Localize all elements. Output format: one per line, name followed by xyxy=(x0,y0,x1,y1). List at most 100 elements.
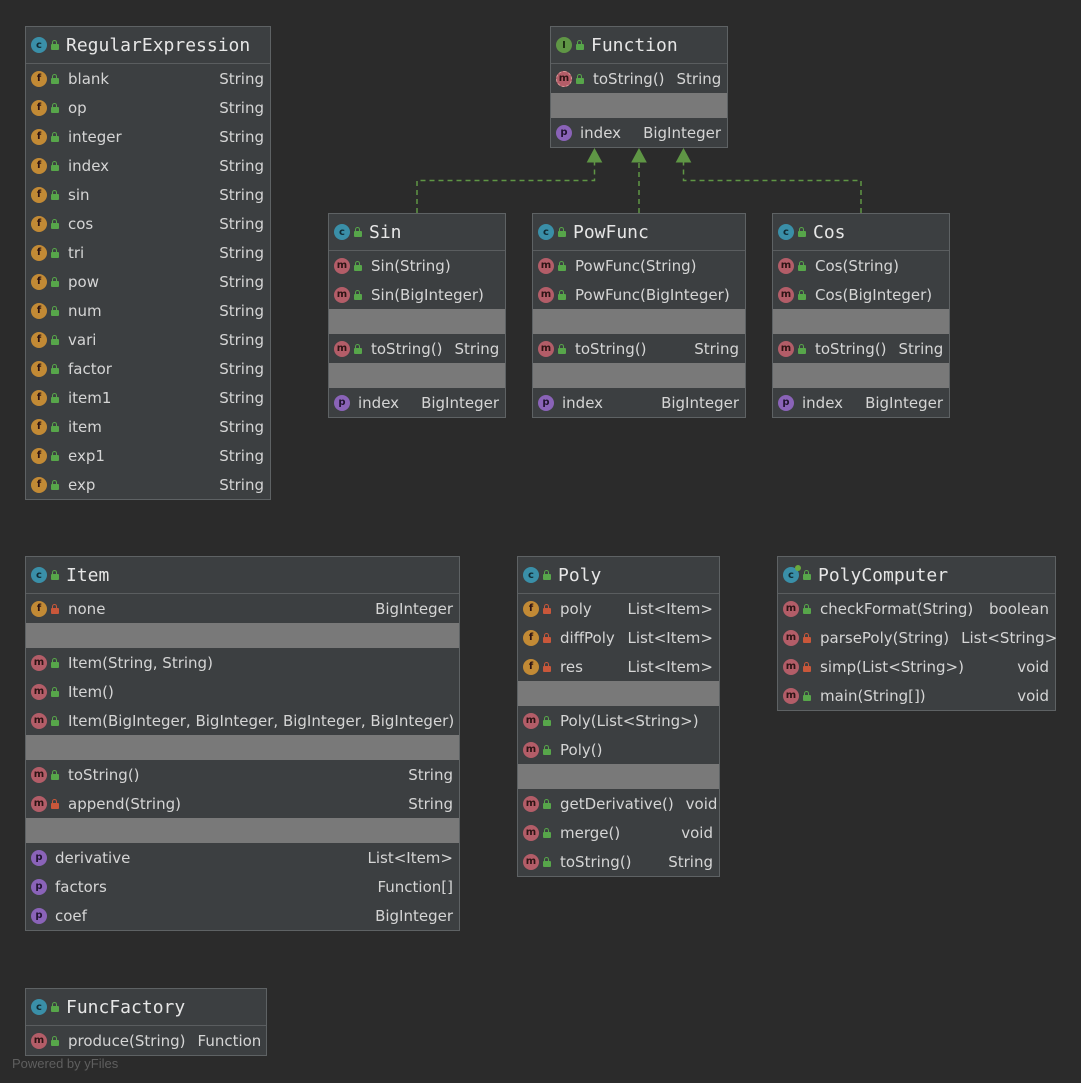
member-row-res[interactable]: f res List<Item> xyxy=(518,652,719,681)
member-row-op[interactable]: f op String xyxy=(26,93,270,122)
member-type: String xyxy=(219,127,264,146)
member-type: String xyxy=(219,475,264,494)
member-row-cos-biginteger[interactable]: m Cos(BigInteger) xyxy=(773,280,949,309)
member-row-index[interactable]: f index String xyxy=(26,151,270,180)
member-row-cos-string[interactable]: m Cos(String) xyxy=(773,251,949,280)
member-row-item1[interactable]: f item1 String xyxy=(26,383,270,412)
member-row-parsepoly-string[interactable]: m parsePoly(String) List<String> xyxy=(778,623,1057,652)
member-type: List<Item> xyxy=(367,848,453,867)
field-icon: f xyxy=(31,244,47,261)
method-icon: m xyxy=(31,712,47,729)
field-icon: f xyxy=(31,302,47,319)
class-header[interactable]: I Function xyxy=(551,27,727,64)
member-row-main-string[interactable]: m main(String[]) void xyxy=(778,681,1055,710)
class-kind-icon: c xyxy=(778,224,794,240)
member-name: parsePoly(String) xyxy=(820,628,950,647)
member-type: String xyxy=(898,339,944,358)
member-row-index[interactable]: p index BigInteger xyxy=(773,388,949,417)
member-row-simp-list-string[interactable]: m simp(List<String>) void xyxy=(778,652,1055,681)
class-header[interactable]: c Sin xyxy=(329,214,505,251)
member-row-item-string-string[interactable]: m Item(String, String) xyxy=(26,648,459,677)
class-poly[interactable]: c Poly f poly List<Item> f diffPoly List<Item> f… xyxy=(517,556,720,877)
member-row-item-biginteger-biginteger-biginteger-biginteger[interactable]: m Item(BigInteger, BigInteger, BigInteger… xyxy=(26,706,459,735)
member-row-none[interactable]: f none BigInteger xyxy=(26,594,459,623)
class-title: Cos xyxy=(813,221,846,243)
member-row-blank[interactable]: f blank String xyxy=(26,64,270,93)
member-row-diffpoly[interactable]: f diffPoly List<Item> xyxy=(518,623,719,652)
member-row-derivative[interactable]: p derivative List<Item> xyxy=(26,843,459,872)
class-funcfactory[interactable]: c FuncFactory m produce(String) Function xyxy=(25,988,267,1056)
class-title: Item xyxy=(66,564,110,586)
interface-function[interactable]: I Function m toString() String p index BigInteg… xyxy=(550,26,728,148)
public-visibility-icon xyxy=(543,744,552,755)
class-header[interactable]: c Poly xyxy=(518,557,719,594)
member-row-powfunc-string[interactable]: m PowFunc(String) xyxy=(533,251,745,280)
public-visibility-icon xyxy=(803,690,812,701)
main-kind-icon: c xyxy=(783,565,801,583)
class-cos[interactable]: c Cos m Cos(String) m Cos(BigInteger) m toStrin… xyxy=(772,213,950,418)
member-name: exp1 xyxy=(68,446,105,465)
member-row-append-string[interactable]: m append(String) String xyxy=(26,789,459,818)
member-row-index[interactable]: p index BigInteger xyxy=(551,118,727,147)
class-regularexpression[interactable]: c RegularExpression f blank String f op String f… xyxy=(25,26,271,500)
class-item[interactable]: c Item f none BigInteger m Item(String, String… xyxy=(25,556,460,931)
member-name: Sin(String) xyxy=(371,256,451,275)
public-visibility-icon xyxy=(576,40,585,50)
implements-arrowhead-cos xyxy=(675,147,692,163)
member-row-sin-biginteger[interactable]: m Sin(BigInteger) xyxy=(329,280,505,309)
member-row-poly[interactable]: m Poly() xyxy=(518,735,719,764)
member-type: String xyxy=(219,185,264,204)
member-row-pow[interactable]: f pow String xyxy=(26,267,270,296)
member-row-tri[interactable]: f tri String xyxy=(26,238,270,267)
member-row-integer[interactable]: f integer String xyxy=(26,122,270,151)
powered-by-watermark: Powered by yFiles xyxy=(12,1056,119,1071)
member-row-coef[interactable]: p coef BigInteger xyxy=(26,901,459,930)
member-row-item[interactable]: f item String xyxy=(26,412,270,441)
class-header[interactable]: c RegularExpression xyxy=(26,27,270,64)
class-header[interactable]: c PolyComputer xyxy=(778,557,1055,594)
member-row-poly-list-string[interactable]: m Poly(List<String>) xyxy=(518,706,719,735)
class-polycomputer[interactable]: c PolyComputer m checkFormat(String) boolean… xyxy=(777,556,1057,711)
member-row-index[interactable]: p index BigInteger xyxy=(533,388,745,417)
class-header[interactable]: c Cos xyxy=(773,214,949,251)
member-row-factors[interactable]: p factors Function[] xyxy=(26,872,459,901)
member-row-sin[interactable]: f sin String xyxy=(26,180,270,209)
member-row-factor[interactable]: f factor String xyxy=(26,354,270,383)
member-row-merge[interactable]: m merge() void xyxy=(518,818,719,847)
member-row-exp[interactable]: f exp String xyxy=(26,470,270,499)
member-row-tostring[interactable]: m toString() String xyxy=(329,334,505,363)
member-row-num[interactable]: f num String xyxy=(26,296,270,325)
member-row-sin-string[interactable]: m Sin(String) xyxy=(329,251,505,280)
member-row-vari[interactable]: f vari String xyxy=(26,325,270,354)
member-name: Cos(BigInteger) xyxy=(815,285,933,304)
method-icon: m xyxy=(783,658,799,675)
member-row-exp1[interactable]: f exp1 String xyxy=(26,441,270,470)
class-header[interactable]: c Item xyxy=(26,557,459,594)
member-row-produce-string[interactable]: m produce(String) Function xyxy=(26,1026,266,1055)
member-row-tostring[interactable]: m toString() String xyxy=(518,847,719,876)
member-row-item[interactable]: m Item() xyxy=(26,677,459,706)
member-row-tostring[interactable]: m toString() String xyxy=(551,64,727,93)
class-header[interactable]: c FuncFactory xyxy=(26,989,266,1026)
member-type: String xyxy=(408,794,453,813)
class-title: Poly xyxy=(558,564,602,586)
member-name: poly xyxy=(560,599,592,618)
member-name: index xyxy=(358,393,400,412)
member-name: Item(BigInteger, BigInteger, BigInteger,… xyxy=(68,711,455,730)
member-type: String xyxy=(676,69,722,88)
member-row-tostring[interactable]: m toString() String xyxy=(26,760,459,789)
member-row-powfunc-biginteger[interactable]: m PowFunc(BigInteger) xyxy=(533,280,745,309)
member-row-getderivative[interactable]: m getDerivative() void xyxy=(518,789,719,818)
member-row-tostring[interactable]: m toString() String xyxy=(533,334,745,363)
member-row-index[interactable]: p index BigInteger xyxy=(329,388,505,417)
member-row-checkformat-string[interactable]: m checkFormat(String) boolean xyxy=(778,594,1055,623)
member-row-tostring[interactable]: m toString() String xyxy=(773,334,949,363)
field-icon: f xyxy=(31,447,47,464)
member-type: void xyxy=(681,823,713,842)
class-sin[interactable]: c Sin m Sin(String) m Sin(BigInteger) m toStrin… xyxy=(328,213,506,418)
member-row-cos[interactable]: f cos String xyxy=(26,209,270,238)
member-type: String xyxy=(219,98,264,117)
class-powfunc[interactable]: c PowFunc m PowFunc(String) m PowFunc(BigInte… xyxy=(532,213,746,418)
member-row-poly[interactable]: f poly List<Item> xyxy=(518,594,719,623)
class-header[interactable]: c PowFunc xyxy=(533,214,745,251)
